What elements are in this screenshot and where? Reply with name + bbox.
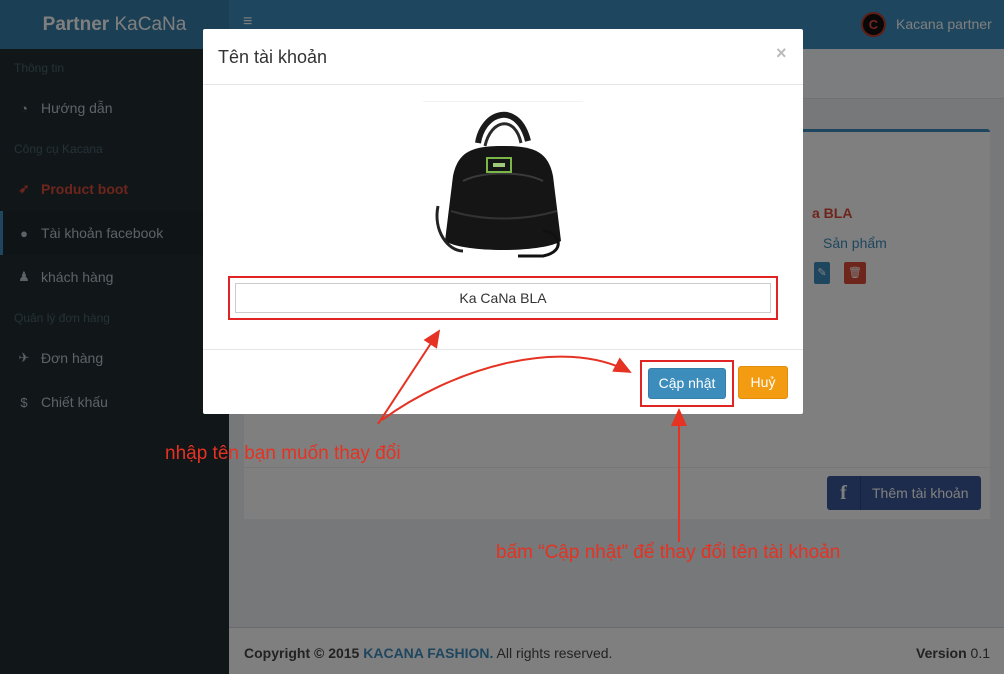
- close-icon[interactable]: ×: [776, 43, 787, 64]
- update-highlight: Cập nhật: [640, 360, 734, 407]
- modal-header: Tên tài khoản ×: [203, 29, 803, 85]
- modal-footer: Cập nhật Huỷ: [203, 349, 803, 414]
- account-name-modal: Tên tài khoản × Ka CaNa BLA Cập nhật Huỷ: [203, 29, 803, 414]
- button-hint-annotation: bấm “Cập nhật” để thay đổi tên tài khoản: [496, 542, 841, 563]
- input-highlight: Ka CaNa BLA: [228, 276, 778, 320]
- modal-title: Tên tài khoản: [218, 47, 328, 67]
- account-name-field[interactable]: Ka CaNa BLA: [235, 283, 771, 313]
- input-hint-annotation: nhập tên bạn muốn thay đổi: [165, 443, 401, 464]
- product-image: [423, 101, 583, 258]
- update-button[interactable]: Cập nhật: [648, 368, 726, 399]
- cancel-button[interactable]: Huỷ: [738, 366, 788, 399]
